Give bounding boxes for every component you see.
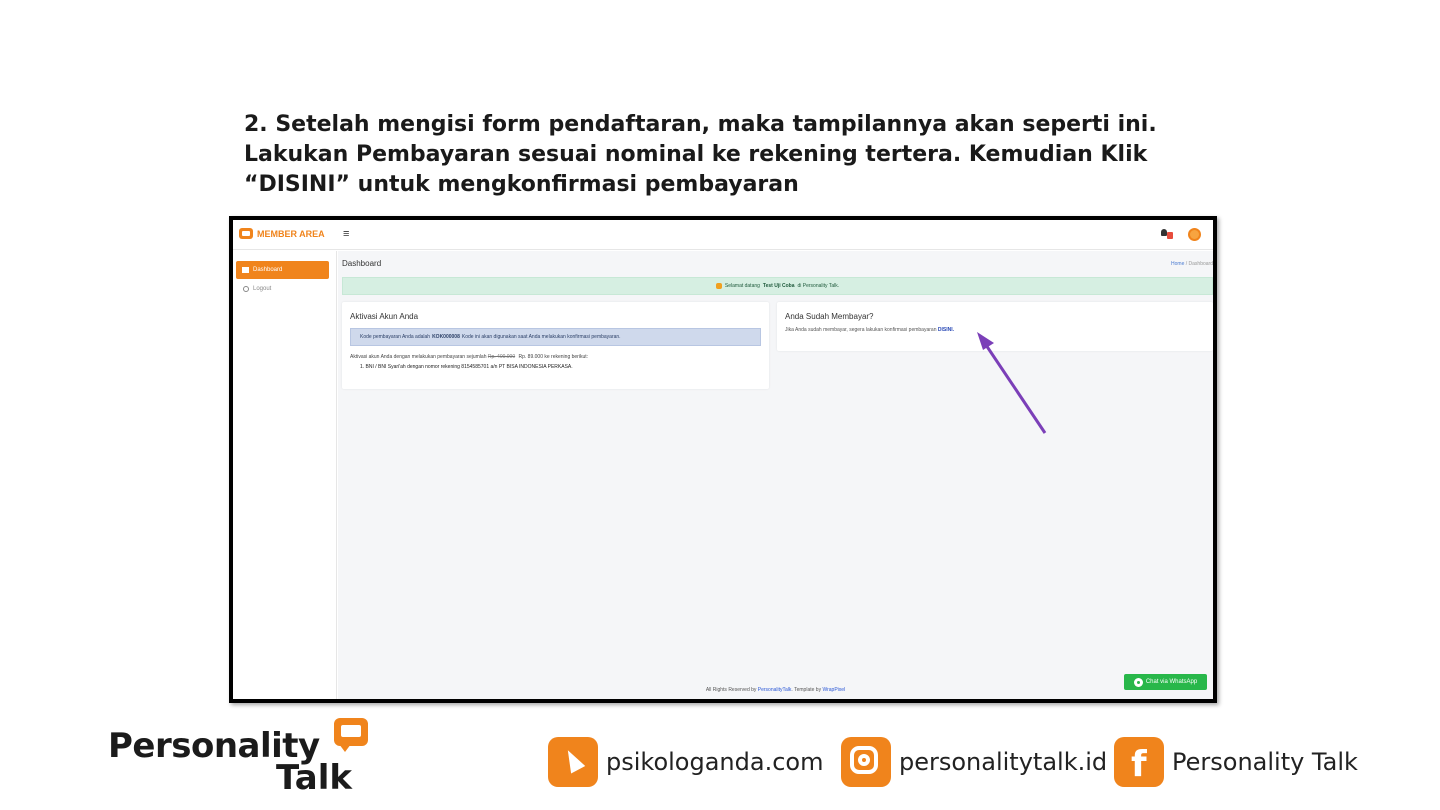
payment-amount-line: Aktivasi akun Anda dengan melakukan pemb…	[350, 354, 588, 360]
whatsapp-chat-button[interactable]: Chat via WhatsApp	[1124, 674, 1207, 690]
chat-bubble-icon	[239, 228, 253, 239]
footer-brand-link[interactable]: PersonalityTalk	[758, 687, 792, 693]
instruction-text: 2. Setelah mengisi form pendaftaran, mak…	[244, 110, 1157, 200]
dashboard-icon	[242, 267, 249, 273]
instruction-line-1: 2. Setelah mengisi form pendaftaran, mak…	[244, 112, 1157, 137]
bell-icon[interactable]	[1161, 228, 1173, 240]
facebook-label: Personality Talk	[1172, 748, 1358, 776]
footer-template-link[interactable]: WrapPixel	[822, 687, 845, 693]
footer: All Rights Reserved by PersonalityTalk. …	[338, 687, 1213, 693]
bell-icon	[715, 283, 722, 289]
payment-code: KOK000008	[432, 334, 460, 340]
alert-prefix: Selamat datang	[724, 283, 760, 289]
pay-prefix: Aktivasi akun Anda dengan melakukan pemb…	[350, 354, 487, 360]
cursor-icon	[548, 737, 598, 787]
confirm-text: Jika Anda sudah membayar, segera lakukan…	[785, 327, 937, 333]
whatsapp-label: Chat via WhatsApp	[1145, 679, 1198, 685]
bank-account-line: 1. BNI / BNI Syari'ah dengan nomor reken…	[360, 364, 573, 370]
code-suffix: Kode ini akan digunakan saat Anda melaku…	[461, 334, 621, 340]
sidebar-item-label: Dashboard	[253, 267, 283, 273]
confirm-text-line: Jika Anda sudah membayar, segera lakukan…	[785, 327, 954, 333]
chat-bubble-icon	[334, 718, 368, 752]
breadcrumb-current: Dashboard	[1188, 261, 1213, 267]
activation-card: Aktivasi Akun Anda Kode pembayaran Anda …	[342, 302, 769, 389]
instagram-label: personalitytalk.id	[899, 748, 1108, 776]
price: Rp. 89.000	[518, 354, 543, 360]
alert-suffix: di Personality Talk.	[797, 283, 840, 289]
page-title: Dashboard	[342, 259, 382, 268]
website-link[interactable]: psikologanda.com	[548, 736, 823, 788]
brand[interactable]: MEMBER AREA	[239, 228, 325, 239]
instagram-link[interactable]: personalitytalk.id	[841, 736, 1107, 788]
personality-talk-logo: Personality Talk	[108, 718, 378, 798]
card-title: Aktivasi Akun Anda	[350, 312, 419, 321]
whatsapp-icon	[1133, 677, 1143, 687]
old-price: Rp. 400.000	[487, 354, 516, 360]
notification-badge	[1167, 232, 1173, 239]
brand-label: MEMBER AREA	[257, 228, 325, 239]
breadcrumb-separator: /	[1185, 261, 1188, 267]
welcome-alert: Selamat datang Test Uji Coba di Personal…	[342, 277, 1213, 295]
instruction-line-3: “DISINI” untuk mengkonfirmasi pembayaran	[244, 172, 799, 197]
sidebar-item-label: Logout	[253, 286, 272, 292]
top-bar: MEMBER AREA ≡	[233, 220, 1213, 250]
avatar[interactable]	[1188, 228, 1201, 241]
app-screenshot: MEMBER AREA ≡ Dashboard Logout Dashboard…	[229, 216, 1217, 703]
breadcrumb: Home / Dashboard	[1171, 261, 1213, 267]
confirm-card: Anda Sudah Membayar? Jika Anda sudah mem…	[777, 302, 1213, 351]
code-prefix: Kode pembayaran Anda adalah	[360, 334, 431, 340]
sidebar-item-dashboard[interactable]: Dashboard	[236, 261, 329, 279]
card-title: Anda Sudah Membayar?	[785, 312, 874, 321]
breadcrumb-home[interactable]: Home	[1171, 261, 1184, 267]
alert-user-name: Test Uji Coba	[762, 283, 795, 289]
footer-prefix: All Rights Reserved by	[705, 687, 757, 693]
footer-middle: . Template by	[791, 687, 822, 693]
sidebar: Dashboard Logout	[233, 251, 337, 699]
instruction-line-2: Lakukan Pembayaran sesuai nominal ke rek…	[244, 142, 1148, 167]
facebook-icon: f	[1114, 737, 1164, 787]
payment-code-box: Kode pembayaran Anda adalah KOK000008 Ko…	[350, 328, 761, 346]
pay-suffix: ke rekening berikut:	[544, 354, 589, 360]
website-label: psikologanda.com	[606, 748, 824, 776]
facebook-letter: f	[1131, 744, 1147, 785]
main-content: Dashboard Home / Dashboard Selamat datan…	[338, 251, 1213, 699]
sidebar-item-logout[interactable]: Logout	[243, 286, 271, 292]
logo-line-2: Talk	[276, 758, 353, 798]
hamburger-icon[interactable]: ≡	[343, 228, 349, 240]
facebook-link[interactable]: f Personality Talk	[1114, 736, 1358, 788]
power-icon	[243, 286, 249, 292]
confirm-payment-link[interactable]: DISINI.	[938, 327, 954, 333]
instagram-icon	[841, 737, 891, 787]
